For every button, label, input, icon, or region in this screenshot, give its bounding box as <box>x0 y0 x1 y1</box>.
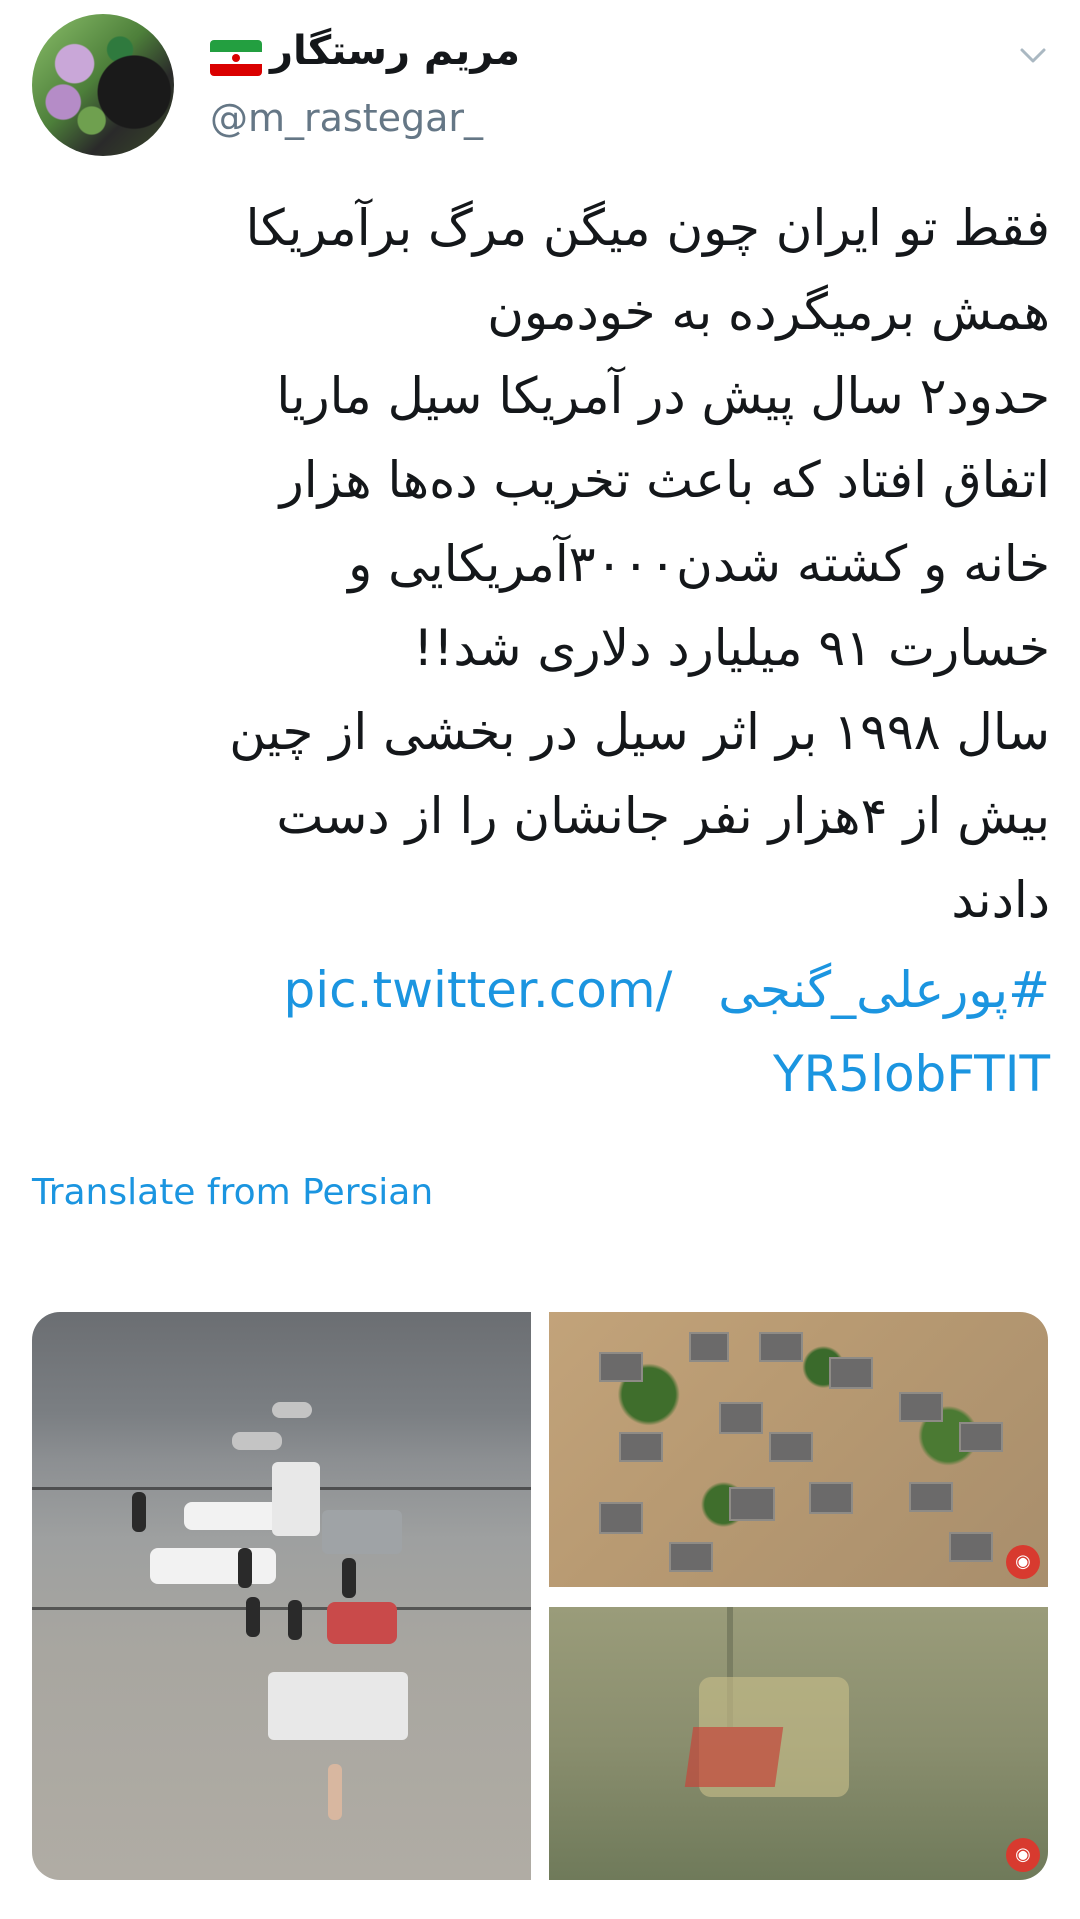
tweet-header: مریم رستگار @m_rastegar_ <box>0 0 1080 170</box>
photo-submerged-car[interactable]: ◉ <box>549 1607 1048 1880</box>
media-link[interactable]: pic.twitter.com/ <box>284 961 673 1019</box>
media-grid: ◉ ◉ <box>32 1312 1048 1880</box>
avatar[interactable] <box>32 14 174 156</box>
user-handle[interactable]: @m_rastegar_ <box>210 96 483 140</box>
photo-aerial-flood[interactable]: ◉ <box>549 1312 1048 1587</box>
watermark-logo-icon: ◉ <box>1006 1545 1040 1579</box>
media-link-continued[interactable]: YR5lobFTIT <box>30 1032 1050 1116</box>
translate-button[interactable]: Translate from Persian <box>32 1172 433 1213</box>
photo-flooded-street[interactable] <box>32 1312 531 1880</box>
watermark-logo-icon: ◉ <box>1006 1838 1040 1872</box>
tweet-links: pic.twitter.com/ #پورعلی_گنجی YR5lobFTIT <box>30 948 1050 1116</box>
chevron-down-icon[interactable] <box>1016 38 1050 72</box>
tweet-body: فقط تو ایران چون میگن مرگ برآمریکا همش ب… <box>229 199 1050 929</box>
hashtag-link[interactable]: #پورعلی_گنجی <box>718 961 1050 1019</box>
display-name[interactable]: مریم رستگار <box>270 28 520 74</box>
link-row-1: pic.twitter.com/ #پورعلی_گنجی <box>30 948 1050 1032</box>
iran-flag-icon <box>210 40 262 76</box>
